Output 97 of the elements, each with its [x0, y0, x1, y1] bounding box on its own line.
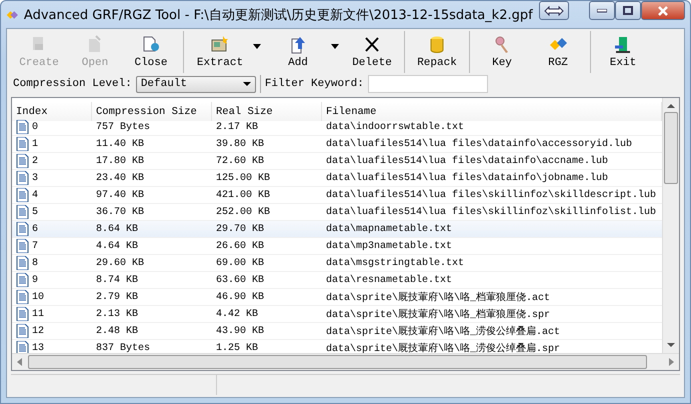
- document-icon: [16, 290, 29, 304]
- close-icon: [657, 6, 669, 16]
- table-cell: data\resnametable.txt: [322, 272, 662, 289]
- table-cell: data\luafiles514\lua files\datainfo\accessoryid.lub: [322, 136, 662, 153]
- close-button[interactable]: [641, 1, 685, 20]
- table-cell: 2.13 KB: [92, 306, 212, 323]
- maximize-button[interactable]: [615, 1, 641, 20]
- table-cell: 6: [32, 224, 38, 234]
- table-cell: 1: [32, 138, 38, 150]
- column-header[interactable]: Filename: [322, 102, 662, 121]
- compression-dropdown[interactable]: Default: [136, 76, 256, 92]
- table-cell: 39.80 KB: [212, 136, 322, 153]
- table-cell: data\luafiles514\lua files\skillinfoz\skilldescript.lub: [322, 187, 662, 204]
- table-cell: 12: [32, 326, 44, 336]
- table-cell: 46.90 KB: [212, 289, 322, 306]
- table-cell: 29.60 KB: [92, 255, 212, 272]
- document-icon: [16, 205, 29, 219]
- table-cell: 26.60 KB: [212, 238, 322, 255]
- document-icon: [16, 188, 29, 202]
- minimize-icon: [597, 8, 607, 12]
- table-cell: 63.60 KB: [212, 272, 322, 289]
- toolbar-button[interactable]: RGZ: [530, 31, 586, 73]
- toolbar-button[interactable]: Key: [474, 31, 530, 73]
- column-header[interactable]: Compression Size: [92, 102, 212, 121]
- table-cell: 13: [32, 342, 44, 353]
- switch-button[interactable]: [538, 1, 569, 20]
- scroll-thumb[interactable]: [28, 355, 647, 369]
- table-cell: 421.00 KB: [212, 187, 322, 204]
- table-cell: 11: [32, 308, 44, 320]
- table-cell: 5: [32, 206, 38, 218]
- table-cell: 11.40 KB: [92, 136, 212, 153]
- table-cell: 2: [32, 156, 38, 166]
- table-cell: 2.79 KB: [92, 289, 212, 306]
- table-cell: 757 Bytes: [92, 119, 212, 136]
- table-cell: data\indoorrswtable.txt: [322, 119, 662, 136]
- table-cell: 17.80 KB: [92, 153, 212, 170]
- document-icon: [16, 341, 29, 353]
- document-icon: [16, 222, 29, 236]
- table-cell: 4.42 KB: [212, 306, 322, 323]
- document-icon: [16, 120, 29, 134]
- compression-label: Compression Level:: [13, 78, 132, 90]
- table-cell: 43.90 KB: [212, 323, 322, 340]
- document-icon: [16, 307, 29, 321]
- toolbar-button[interactable]: Delete: [344, 31, 400, 73]
- document-icon: [16, 256, 29, 270]
- table-cell: 7: [32, 240, 38, 252]
- table-cell: data\mapnametable.txt: [322, 221, 662, 238]
- table-cell: data\mp3nametable.txt: [322, 238, 662, 255]
- table-cell: 72.60 KB: [212, 153, 322, 170]
- caret-icon: [242, 82, 251, 86]
- table-cell: 3: [32, 172, 38, 184]
- filter-field[interactable]: [368, 75, 488, 93]
- table-cell: 2.17 KB: [212, 119, 322, 136]
- table-cell: 2.48 KB: [92, 323, 212, 340]
- toolbar-button[interactable]: Repack: [409, 31, 465, 73]
- table-cell: data\luafiles514\lua files\datainfo\accname.lub: [322, 153, 662, 170]
- horizontal-scrollbar[interactable]: [12, 353, 679, 370]
- table-cell: 8.64 KB: [92, 221, 212, 238]
- table-cell: 4: [32, 190, 38, 200]
- table-cell: 9: [32, 274, 38, 286]
- maximize-icon: [623, 6, 633, 15]
- table-cell: data\luafiles514\lua files\datainfo\jobname.lub: [322, 170, 662, 187]
- document-icon: [16, 171, 29, 185]
- vertical-scrollbar[interactable]: [662, 98, 679, 353]
- table-cell: 29.70 KB: [212, 221, 322, 238]
- table-cell: 69.00 KB: [212, 255, 322, 272]
- window-title: Advanced GRF/RGZ Tool - F:\自动更新测试\历史更新文件\2013-12-15sdata_k2.gpf: [24, 6, 533, 24]
- filter-label: Filter Keyword:: [264, 78, 364, 90]
- table-cell: 0: [32, 122, 38, 132]
- table-cell: 8: [32, 258, 38, 268]
- document-icon: [16, 137, 29, 151]
- column-header[interactable]: Index: [12, 102, 92, 121]
- exit-icon: [613, 35, 633, 55]
- minimize-button[interactable]: [589, 1, 615, 20]
- caret-icon[interactable]: [330, 44, 340, 50]
- double-arrow-icon: [544, 6, 564, 16]
- table-cell: 8.74 KB: [92, 272, 212, 289]
- table-cell: 97.40 KB: [92, 187, 212, 204]
- document-icon: [16, 324, 29, 338]
- document-icon: [16, 273, 29, 287]
- caret-icon[interactable]: [252, 44, 262, 50]
- table-cell: data\sprite\厩技葷府\咯\咯_档葷狼厘侥.spr: [322, 306, 662, 323]
- toolbar-button[interactable]: Close: [123, 31, 179, 73]
- table-cell: data\msgstringtable.txt: [322, 255, 662, 272]
- column-header[interactable]: Real Size: [212, 102, 322, 121]
- toolbar-button[interactable]: Extract: [188, 31, 252, 73]
- document-icon: [16, 239, 29, 253]
- table-cell: 23.40 KB: [92, 170, 212, 187]
- table-cell: 125.00 KB: [212, 170, 322, 187]
- scroll-thumb[interactable]: [664, 112, 678, 184]
- table-cell: 10: [32, 292, 44, 302]
- table-cell: data\sprite\厩技葷府\咯\咯_涝俊公绰叠扁.act: [322, 323, 662, 340]
- table-cell: data\sprite\厩技葷府\咯\咯_档葷狼厘侥.act: [322, 289, 662, 306]
- document-icon: [16, 154, 29, 168]
- table-cell: 4.64 KB: [92, 238, 212, 255]
- toolbar-button[interactable]: Exit: [595, 31, 651, 73]
- toolbar-button[interactable]: Add: [266, 31, 330, 73]
